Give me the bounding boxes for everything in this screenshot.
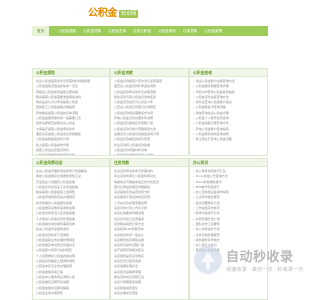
watermark-logo-icon — [194, 246, 222, 274]
nav-item[interactable]: 公积金贷款 — [76, 26, 101, 36]
main-nav: 首页 公积金提取 公积金贷款 公积金查询 住房公积金 公积金缴存 住房贷款 公积金政策 — [32, 26, 268, 36]
nav-item[interactable]: 公积金查询 — [101, 26, 126, 36]
nav-item[interactable]: 公积金缴存 — [151, 26, 176, 36]
watermark-badge: 自动秒收录 快速收录 · 来访一次 · 秒收录一次 — [192, 242, 303, 294]
panel-2: 公积金查询住房公积金账户余额查询方法公积金缴存明细查询步骤手机APP查询公积金操… — [189, 68, 268, 156]
panel-body: 住房公积金账户余额查询方法公积金缴存明细查询步骤手机APP查询公积金操作指南公积… — [190, 77, 267, 145]
panel-4: 住房贷款 住房贷款申请条件与所需材料 商业贷款利率与公积金利率对比 等额本息与等额本金… — [110, 158, 189, 300]
logo-sub-text: 知识网 — [119, 9, 139, 18]
nav-item[interactable]: 公积金提取 — [51, 26, 76, 36]
nav-item[interactable]: 住房公积金 — [126, 26, 151, 36]
site-logo[interactable]: 公积金 知识网 — [88, 7, 139, 20]
watermark-title: 自动秒收录 — [226, 250, 294, 265]
panel-body: 公积金贷款额度计算方法与注意事项 首套房公积金贷款利率最新调整 公积金贷款申请条件及… — [111, 77, 188, 155]
logo-main-text: 公积金 — [88, 7, 118, 19]
panel-1: 公积金贷款 公积金贷款额度计算方法与注意事项 首套房公积金贷款利率最新调整 公积金贷款… — [110, 68, 189, 156]
nav-item[interactable]: 首页 — [32, 26, 50, 36]
panel-body: 住房贷款申请条件与所需材料 商业贷款利率与公积金利率对比 等额本息与等额本金还款方式… — [111, 167, 188, 298]
nav-item[interactable]: 公积金政策 — [197, 26, 222, 36]
panel-3: 公积金政策动态 住房公积金管理条例最新修订内容解读 各地公积金缴存比例调整通知汇总灵… — [32, 158, 110, 300]
panel-title: 公积金政策动态 — [33, 159, 109, 167]
panel-title: 住房贷款 — [111, 159, 188, 167]
panel-body: 住房公积金提取条件及所需材料详细说明 公积金提取流程最新版本一览表 离职后公积金如何… — [33, 77, 109, 155]
article-link[interactable]: 公积金提取被拒绝的原因分析 — [36, 153, 106, 155]
panel-title: 公积金查询 — [190, 69, 267, 77]
nav-item[interactable]: 住房贷款 — [176, 26, 197, 36]
article-link[interactable]: 网上营业厅查询公积金流程 — [193, 137, 264, 142]
article-link[interactable]: 公积金贷款逾期会有什么影响 — [114, 153, 185, 155]
panel-title: 公积金贷款 — [111, 69, 188, 77]
panel-body: 住房公积金管理条例最新修订内容解读 各地公积金缴存比例调整通知汇总 灵活就业人员缴存… — [33, 167, 109, 298]
panel-title: 办公知识 — [190, 159, 267, 167]
watermark-subtitle: 快速收录 · 来访一次 · 秒收录一次 — [226, 267, 304, 273]
panel-0: 公积金提取 住房公积金提取条件及所需材料详细说明 公积金提取流程最新版本一览表 离职后… — [32, 68, 110, 156]
article-link[interactable]: 房贷办理常见误区 — [114, 291, 185, 296]
site-header: 公积金 知识网 — [0, 0, 300, 24]
article-link[interactable]: 公积金业务办理须知 — [36, 291, 106, 296]
panel-title: 公积金提取 — [33, 69, 109, 77]
